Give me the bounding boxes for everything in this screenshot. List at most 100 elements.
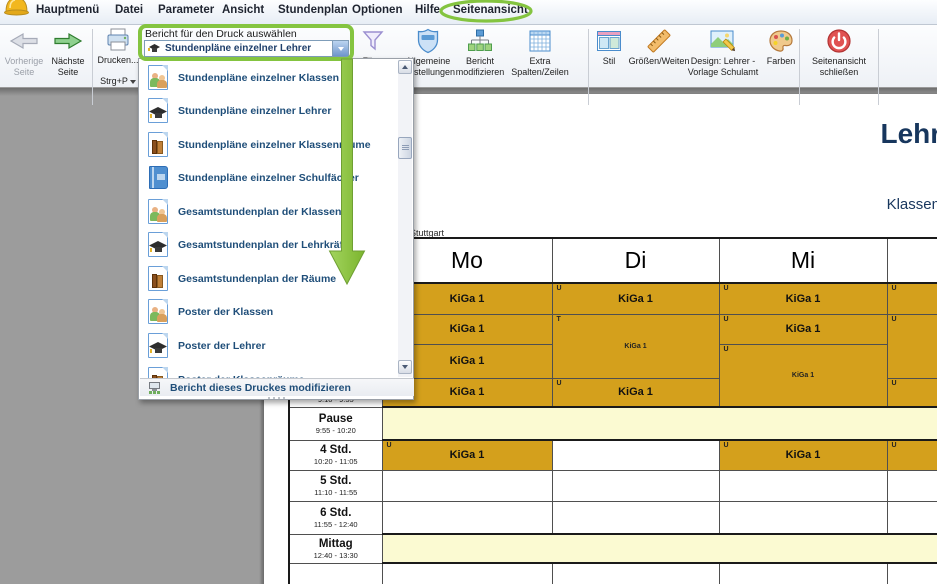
empty-cell bbox=[719, 470, 887, 501]
teacher-page-icon bbox=[148, 98, 168, 123]
report-option-schulfaecher[interactable]: Stundenpläne einzelner Schulfächer bbox=[140, 161, 398, 194]
table-row: 6 Std.11:55 - 12:40 bbox=[289, 501, 937, 534]
empty-cell bbox=[382, 563, 552, 584]
report-option-klassenraeume[interactable]: Stundenpläne einzelner Klassenräume bbox=[140, 128, 398, 161]
modify-report-button[interactable]: Bericht modifizieren bbox=[448, 27, 512, 85]
style-window-icon bbox=[596, 27, 622, 54]
colors-button[interactable]: Farben bbox=[763, 27, 799, 85]
panel-resize-grip[interactable] bbox=[139, 396, 413, 400]
menu-ansicht[interactable]: Ansicht bbox=[222, 4, 264, 16]
menu-optionen[interactable]: Optionen bbox=[352, 4, 402, 16]
report-picker-label: Bericht für den Druck auswählen bbox=[145, 28, 297, 40]
time-cell: Mittag12:40 - 13:30 bbox=[289, 534, 382, 563]
table-row: 4 Std.10:20 - 11:05 UKiGa 1 UKiGa 1 UKiG… bbox=[289, 440, 937, 470]
report-option-gesamt-klassen[interactable]: Gesamtstundenplan der Klassen bbox=[140, 195, 398, 228]
day-header-mi: Mi bbox=[719, 238, 887, 283]
day-header-di: Di bbox=[552, 238, 719, 283]
menu-hauptmenu[interactable]: Hauptmenü bbox=[36, 4, 99, 16]
report-option-gesamt-lehrkraefte[interactable]: Gesamtstundenplan der Lehrkräfte bbox=[140, 228, 398, 261]
report-option-klassen[interactable]: Stundenpläne einzelner Klassen bbox=[140, 61, 398, 94]
empty-cell bbox=[382, 470, 552, 501]
chevron-down-icon bbox=[338, 47, 344, 51]
extra-columns-rows-button[interactable]: Extra Spalten/Zeilen bbox=[509, 27, 571, 85]
arrow-right-icon bbox=[53, 27, 83, 54]
print-label: Drucken... bbox=[97, 55, 138, 65]
menu-stundenplan[interactable]: Stundenplan bbox=[278, 4, 348, 16]
next-page-button[interactable]: Nächste Seite bbox=[46, 27, 90, 85]
lesson-cell: UKiGa 1 bbox=[887, 440, 937, 470]
style-label: Stil bbox=[603, 56, 616, 67]
toolbar-separator bbox=[92, 29, 93, 105]
app-logo-bell-icon[interactable] bbox=[3, 0, 30, 16]
previous-page-button[interactable]: Vorherige Seite bbox=[2, 27, 46, 85]
classes-page-icon bbox=[148, 199, 168, 224]
shield-icon bbox=[416, 27, 440, 54]
report-picker-combobox[interactable]: Stundenpläne einzelner Lehrer bbox=[144, 40, 349, 57]
menu-seitenansicht[interactable]: Seitenansicht bbox=[453, 4, 528, 16]
lesson-cell: UKiGa 1 bbox=[719, 440, 887, 470]
design-template-button[interactable]: Design: Lehrer - Vorlage Schulamt bbox=[685, 27, 761, 85]
empty-cell bbox=[552, 563, 719, 584]
scroll-down-button[interactable] bbox=[398, 360, 412, 374]
dropdown-scrollbar[interactable] bbox=[398, 60, 412, 377]
table-row: 5 Std.11:10 - 11:55 bbox=[289, 470, 937, 501]
menu-hilfe[interactable]: Hilfe bbox=[415, 4, 440, 16]
mittag-row: Mittag12:40 - 13:30 bbox=[289, 534, 937, 563]
style-button[interactable]: Stil bbox=[590, 27, 628, 85]
report-option-poster-klassen[interactable]: Poster der Klassen bbox=[140, 295, 398, 328]
triangle-up-icon bbox=[402, 65, 408, 69]
previous-page-label: Vorherige Seite bbox=[2, 56, 46, 77]
time-cell: 5 Std.11:10 - 11:55 bbox=[289, 470, 382, 501]
menu-datei[interactable]: Datei bbox=[115, 4, 143, 16]
teacher-page-icon bbox=[148, 333, 168, 358]
room-page-icon bbox=[148, 132, 168, 157]
empty-cell bbox=[382, 501, 552, 534]
lesson-cell: UKiGa 1 bbox=[552, 378, 719, 407]
classes-page-icon bbox=[148, 65, 168, 90]
menu-parameter[interactable]: Parameter bbox=[158, 4, 214, 16]
lesson-cell-merged: TKiGa 1 bbox=[552, 314, 719, 378]
lesson-cell: UKiGa 1 bbox=[382, 440, 552, 470]
report-picker-value: Stundenpläne einzelner Lehrer bbox=[165, 43, 332, 54]
grid-icon bbox=[528, 27, 552, 54]
lesson-cell: UKiGa 1 bbox=[887, 378, 937, 407]
subject-book-icon bbox=[149, 166, 168, 189]
time-cell: 4 Std.10:20 - 11:05 bbox=[289, 440, 382, 470]
scroll-up-button[interactable] bbox=[398, 60, 412, 74]
print-button[interactable]: Drucken... Strg+P bbox=[95, 27, 141, 85]
teacher-page-icon bbox=[148, 232, 168, 257]
close-preview-button[interactable]: Seitenansicht schließen bbox=[803, 27, 875, 85]
lesson-cell: UKiGa 1 bbox=[719, 283, 887, 314]
page-subtitle: Klassenlehrer der Klasse: 1. Klasse bbox=[541, 196, 937, 213]
lesson-cell: UKiGa 1 bbox=[887, 283, 937, 314]
modify-this-report-item[interactable]: Bericht dieses Druckes modifizieren bbox=[140, 378, 414, 396]
empty-cell bbox=[887, 563, 937, 584]
empty-cell bbox=[552, 440, 719, 470]
time-cell: 6 Std.11:55 - 12:40 bbox=[289, 501, 382, 534]
scrollbar-thumb[interactable] bbox=[398, 137, 412, 159]
close-preview-label: Seitenansicht schließen bbox=[804, 56, 874, 77]
menu-bar: Hauptmenü Datei Parameter Ansicht Stunde… bbox=[0, 0, 937, 25]
empty-cell bbox=[719, 563, 887, 584]
triangle-down-icon bbox=[402, 365, 408, 369]
modify-report-label: Bericht modifizieren bbox=[448, 56, 512, 77]
printer-icon bbox=[105, 27, 131, 53]
extra-columns-rows-label: Extra Spalten/Zeilen bbox=[509, 56, 571, 77]
combobox-dropdown-button[interactable] bbox=[332, 41, 348, 56]
lesson-cell-merged: UKiGa 1 bbox=[887, 314, 937, 378]
report-dropdown-panel: Stundenpläne einzelner Klassen Stundenpl… bbox=[138, 58, 414, 400]
empty-cell bbox=[552, 501, 719, 534]
empty-cell bbox=[887, 501, 937, 534]
ruler-icon bbox=[646, 27, 672, 54]
room-page-icon bbox=[148, 266, 168, 291]
lesson-cell-merged: UKiGa 1 bbox=[719, 344, 887, 407]
report-option-lehrer[interactable]: Stundenpläne einzelner Lehrer bbox=[140, 94, 398, 127]
page-title: Lehrer: Ryan Price bbox=[541, 118, 937, 150]
report-option-poster-lehrer[interactable]: Poster der Lehrer bbox=[140, 329, 398, 362]
time-cell: Pause9:55 - 10:20 bbox=[289, 407, 382, 440]
filter-funnel-icon bbox=[361, 27, 385, 54]
print-dropdown-caret-icon bbox=[130, 80, 136, 84]
org-tree-icon bbox=[467, 27, 493, 54]
lesson-cell: UKiGa 1 bbox=[552, 283, 719, 314]
report-option-gesamt-raeume[interactable]: Gesamtstundenplan der Räume bbox=[140, 262, 398, 295]
